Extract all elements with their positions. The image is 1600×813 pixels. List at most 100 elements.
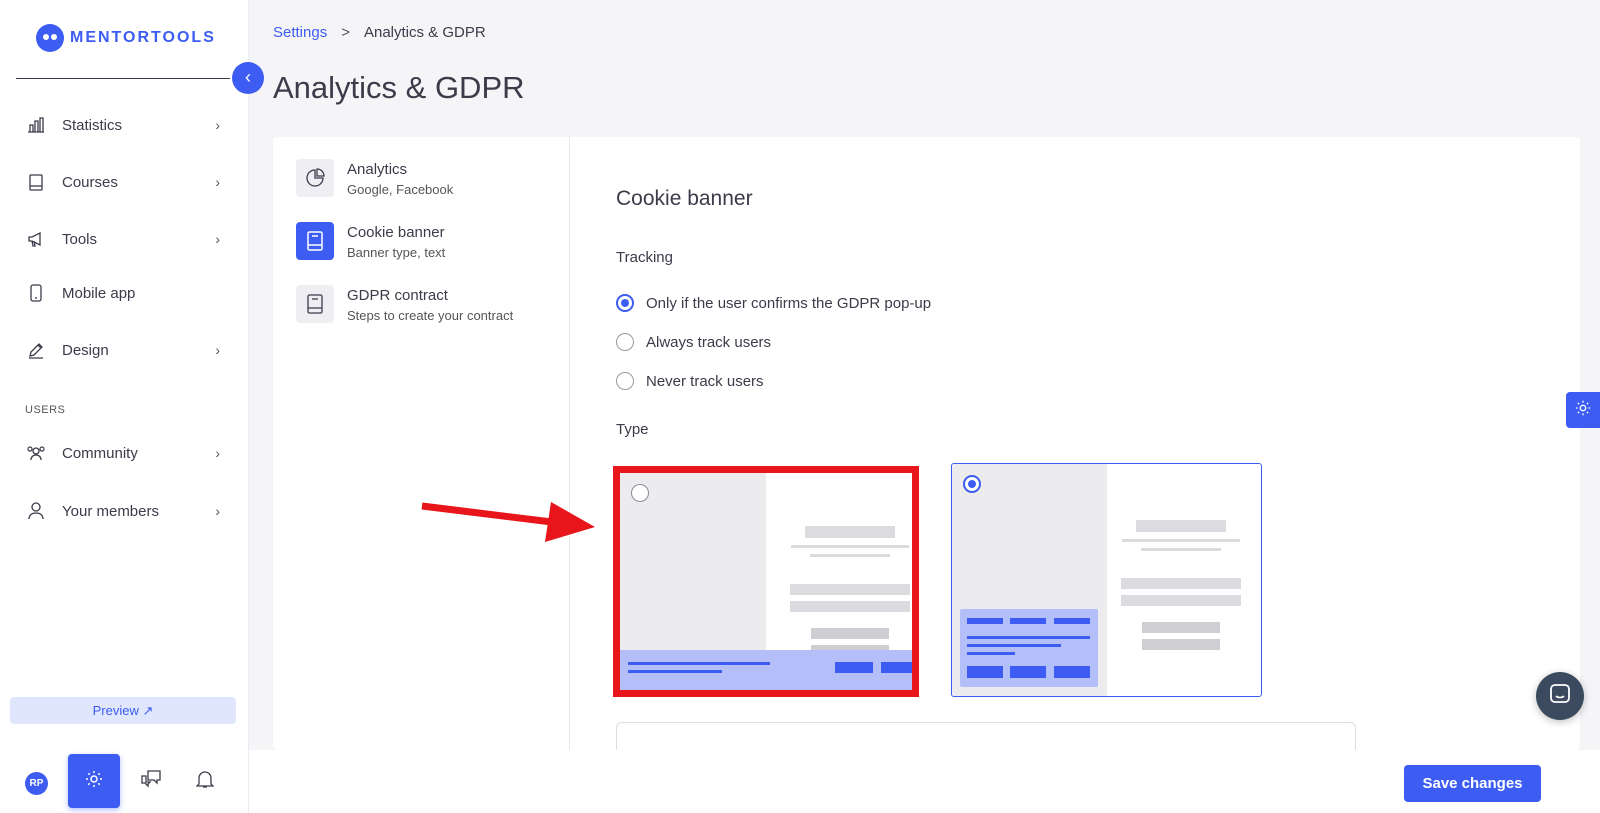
sidebar-item-label: Statistics <box>62 116 123 134</box>
subnav-desc: Banner type, text <box>347 245 446 260</box>
preview-line <box>1010 618 1046 624</box>
preview-button-shape <box>881 662 912 673</box>
sidebar-item-tools[interactable]: Tools › <box>25 227 220 251</box>
sidebar: MENTORTOOLS Statistics › Courses › Tools… <box>0 0 249 813</box>
breadcrumb-separator: > <box>341 24 350 41</box>
collapse-sidebar-button[interactable]: ‹ <box>232 62 264 94</box>
preview-placeholder <box>805 526 895 538</box>
preview-placeholder <box>810 554 890 557</box>
tracking-label: Tracking <box>616 249 673 266</box>
book-icon <box>25 172 47 192</box>
preview-corner-box <box>960 609 1098 687</box>
banner-type-corner-box[interactable] <box>951 463 1262 697</box>
floating-settings-button[interactable] <box>1566 392 1600 428</box>
chevron-left-icon: ‹ <box>245 67 251 87</box>
preview-placeholder <box>1121 595 1241 606</box>
radio-unselected[interactable] <box>616 333 634 351</box>
preview-placeholder <box>1121 578 1241 589</box>
sidebar-divider <box>16 78 230 79</box>
preview-line <box>967 636 1090 639</box>
preview-line <box>628 670 722 673</box>
phone-icon <box>25 283 47 303</box>
preview-line <box>967 644 1061 647</box>
tracking-option-never[interactable]: Never track users <box>616 372 764 390</box>
subnav-item-cookie-banner[interactable]: Cookie banner Banner type, text <box>296 222 445 260</box>
document-icon <box>296 285 334 323</box>
user-icon <box>25 501 47 521</box>
subnav-title: Analytics <box>347 161 408 178</box>
support-chat-button[interactable] <box>1536 672 1584 720</box>
sidebar-bottom-bar: RP <box>0 752 249 812</box>
radio-selected[interactable] <box>616 294 634 312</box>
radio-unselected[interactable] <box>616 372 634 390</box>
section-title: Cookie banner <box>616 187 753 210</box>
banner-type-bottom-bar[interactable] <box>613 466 919 697</box>
chevron-right-icon: › <box>215 231 220 247</box>
preview-placeholder <box>1141 548 1221 551</box>
avatar[interactable]: RP <box>25 772 48 795</box>
preview-line <box>967 652 1015 655</box>
pencil-icon <box>25 340 47 360</box>
chevron-right-icon: › <box>215 342 220 358</box>
subnav-desc: Google, Facebook <box>347 182 454 197</box>
bell-icon <box>195 769 215 794</box>
tracking-option-confirm[interactable]: Only if the user confirms the GDPR pop-u… <box>616 294 931 312</box>
pie-chart-icon <box>296 159 334 197</box>
annotation-arrow <box>421 502 595 542</box>
gear-icon <box>1574 399 1592 422</box>
sidebar-item-label: Design <box>62 341 109 359</box>
preview-button-shape <box>835 662 873 673</box>
chevron-right-icon: › <box>215 445 220 461</box>
sidebar-item-statistics[interactable]: Statistics › <box>25 113 220 137</box>
preview-button[interactable]: Preview ↗ <box>10 697 236 724</box>
subnav-item-gdpr-contract[interactable]: GDPR contract Steps to create your contr… <box>296 285 513 323</box>
breadcrumb-current: Analytics & GDPR <box>363 24 486 41</box>
preview-line <box>967 618 1003 624</box>
subnav-item-analytics[interactable]: Analytics Google, Facebook <box>296 159 453 197</box>
sidebar-item-mobile-app[interactable]: Mobile app <box>25 281 220 305</box>
panel-divider <box>569 137 570 750</box>
brand-logo[interactable]: MENTORTOOLS <box>36 24 216 52</box>
chat-icon <box>1549 683 1571 710</box>
preview-placeholder <box>790 601 910 612</box>
chat-bubbles-icon <box>140 769 162 794</box>
preview-placeholder <box>1142 622 1220 633</box>
breadcrumb: Settings > Analytics & GDPR <box>273 24 486 41</box>
footer-bar <box>249 750 1600 813</box>
preview-button-shape <box>1010 666 1046 678</box>
megaphone-icon <box>25 229 47 249</box>
breadcrumb-settings-link[interactable]: Settings <box>273 24 327 41</box>
preview-bottom-banner <box>620 650 912 690</box>
sidebar-item-label: Mobile app <box>62 284 136 302</box>
subnav-title: Cookie banner <box>347 224 445 241</box>
radio-unselected[interactable] <box>631 484 649 502</box>
radio-label: Only if the user confirms the GDPR pop-u… <box>646 294 932 312</box>
type-label: Type <box>616 421 649 438</box>
logo-icon <box>36 24 64 52</box>
document-icon <box>296 222 334 260</box>
gear-icon <box>84 769 104 794</box>
sidebar-item-label: Your members <box>62 502 159 520</box>
save-changes-button[interactable]: Save changes <box>1404 765 1541 802</box>
subnav-desc: Steps to create your contract <box>347 308 514 323</box>
preview-line <box>628 662 770 665</box>
messages-button[interactable] <box>138 768 164 794</box>
sidebar-item-design[interactable]: Design › <box>25 338 220 362</box>
preview-placeholder <box>1122 539 1240 542</box>
preview-placeholder <box>791 545 909 548</box>
bar-chart-icon <box>25 115 47 135</box>
sidebar-item-your-members[interactable]: Your members › <box>25 499 220 523</box>
preview-placeholder <box>811 628 889 639</box>
sidebar-item-courses[interactable]: Courses › <box>25 170 220 194</box>
page-title: Analytics & GDPR <box>273 70 525 105</box>
sidebar-item-label: Community <box>62 444 138 462</box>
preview-line <box>1054 618 1090 624</box>
sidebar-item-label: Tools <box>62 230 98 248</box>
radio-selected[interactable] <box>963 475 981 493</box>
preview-placeholder <box>790 584 910 595</box>
chevron-right-icon: › <box>215 174 220 190</box>
sidebar-item-community[interactable]: Community › <box>25 441 220 465</box>
settings-button[interactable] <box>68 754 120 808</box>
notifications-button[interactable] <box>192 768 218 794</box>
tracking-option-always[interactable]: Always track users <box>616 333 771 351</box>
